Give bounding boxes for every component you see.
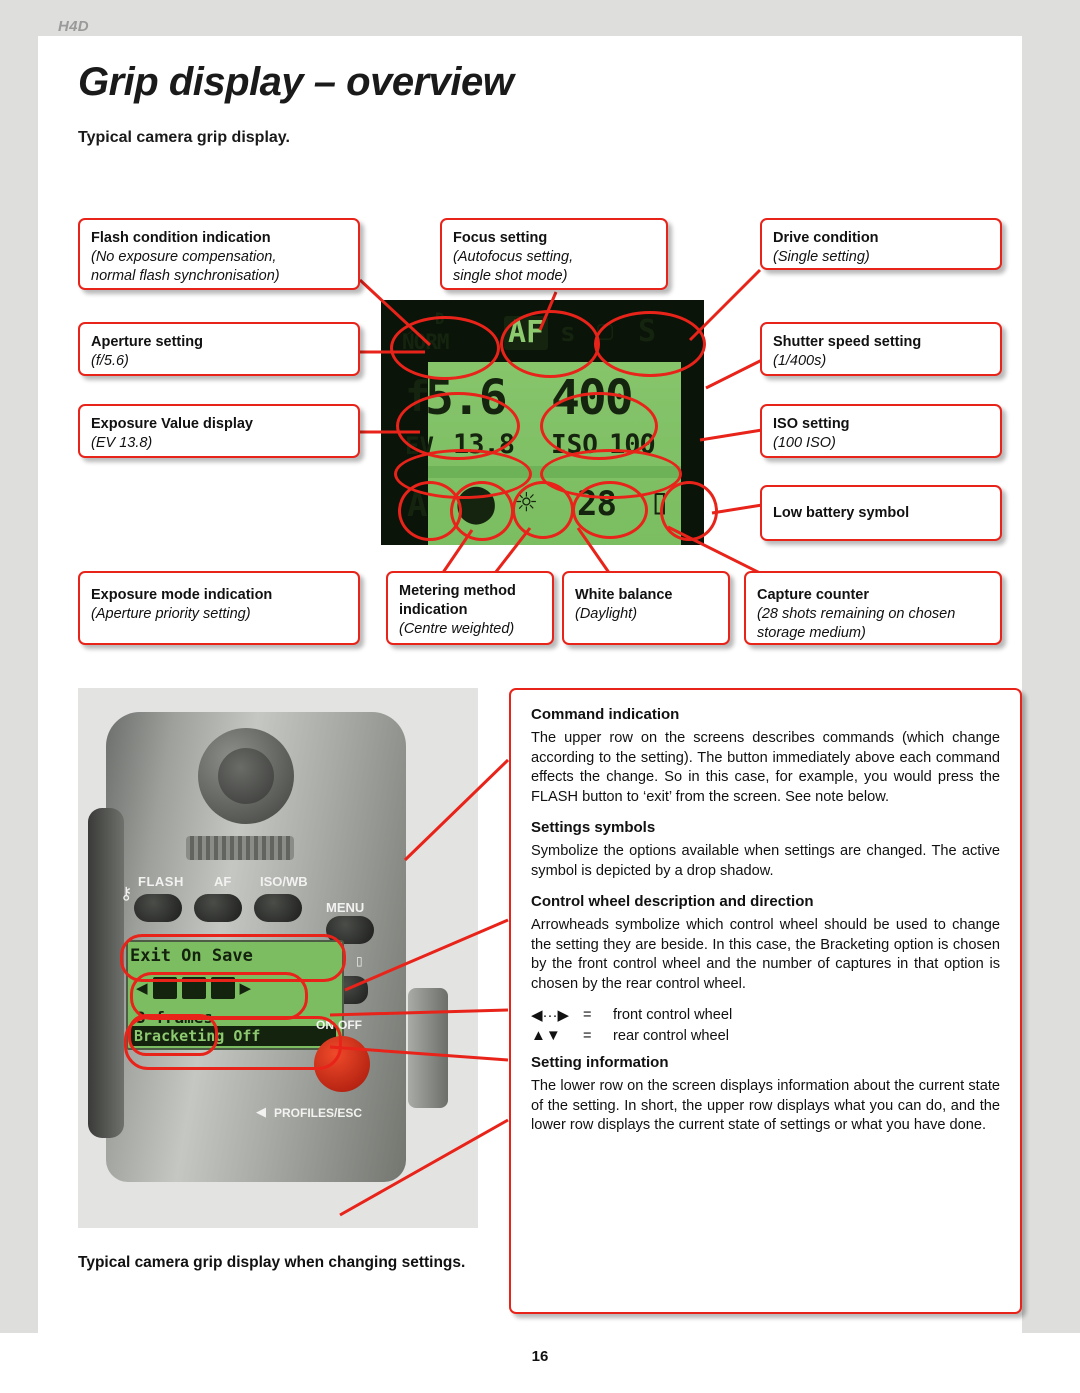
running-header: H4D xyxy=(58,18,89,35)
callout-exposure-value-display: Exposure Value display (EV 13.8) xyxy=(78,404,360,458)
callout-sub: (100 ISO) xyxy=(773,435,836,451)
callout-sub: (EV 13.8) xyxy=(91,435,153,451)
callout-title: Aperture setting xyxy=(91,334,203,350)
top-grey-band xyxy=(0,0,1080,36)
highlight-metering xyxy=(450,481,514,541)
rear-wheel-legend: ▲▼ = rear control wheel xyxy=(531,1027,1000,1044)
page: H4D Grip display – overview Typical came… xyxy=(0,0,1080,1393)
highlight-drive xyxy=(594,311,706,377)
callout-sub: (28 shots remaining on chosen storage me… xyxy=(757,606,956,641)
callout-title: Low battery symbol xyxy=(773,505,910,521)
section-heading-setting-information: Setting information xyxy=(531,1054,669,1071)
callout-sub: (Centre weighted) xyxy=(399,621,515,637)
callout-aperture-setting: Aperture setting (f/5.6) xyxy=(78,322,360,376)
camera-isowb-label: ISO/WB xyxy=(260,874,308,889)
rear-wheel-equals: = xyxy=(583,1027,592,1044)
camera-af-button[interactable] xyxy=(194,894,242,922)
camera-isowb-button[interactable] xyxy=(254,894,302,922)
callout-title: Shutter speed setting xyxy=(773,334,922,350)
callout-sub: (No exposure compensation, normal flash … xyxy=(91,249,280,284)
front-wheel-legend: ◀···▶ = front control wheel xyxy=(531,1006,1000,1024)
highlight-battery xyxy=(660,481,718,541)
section-heading-control-wheel: Control wheel description and direction xyxy=(531,893,814,910)
page-title: Grip display – overview xyxy=(78,60,514,104)
camera-profiles-label: PROFILES/ESC xyxy=(274,1106,363,1120)
rear-wheel-label: rear control wheel xyxy=(613,1027,729,1044)
callout-sub: (f/5.6) xyxy=(91,353,129,369)
battery-icon: ▯ xyxy=(356,954,363,968)
callout-title: ISO setting xyxy=(773,416,850,432)
camera-flash-label: FLASH xyxy=(138,874,184,889)
callout-title: Capture counter xyxy=(757,587,869,603)
callout-metering-method-indication: Metering method indication (Centre weigh… xyxy=(386,571,554,645)
callout-sub: (Daylight) xyxy=(575,606,638,622)
callout-focus-setting: Focus setting (Autofocus setting, single… xyxy=(440,218,668,290)
callout-capture-counter: Capture counter (28 shots remaining on c… xyxy=(744,571,1002,645)
callout-white-balance: White balance (Daylight) xyxy=(562,571,730,645)
section-body-setting-information: The lower row on the screen displays inf… xyxy=(531,1078,1000,1133)
highlight-flash xyxy=(390,316,500,380)
highlight-focus xyxy=(500,310,600,378)
callout-title: Exposure Value display xyxy=(91,416,253,432)
page-subtitle: Typical camera grip display. xyxy=(78,129,290,146)
callout-sub: (Autofocus setting, single shot mode) xyxy=(453,249,574,284)
callout-title: Drive condition xyxy=(773,230,879,246)
section-body-command-indication: The upper row on the screens describes c… xyxy=(531,730,1000,805)
section-heading-command-indication: Command indication xyxy=(531,706,680,723)
section-heading-settings-symbols: Settings symbols xyxy=(531,819,656,836)
key-icon: ⚷ xyxy=(120,884,133,903)
highlight-camera-symbols xyxy=(130,972,308,1020)
callout-title: Focus setting xyxy=(453,230,548,246)
callout-shutter-speed-setting: Shutter speed setting (1/400s) xyxy=(760,322,1002,376)
callout-sub: (Aperture priority setting) xyxy=(91,606,251,622)
front-wheel-label: front control wheel xyxy=(613,1007,733,1023)
callout-title: White balance xyxy=(575,587,673,603)
section-body-settings-symbols: Symbolize the options available when set… xyxy=(531,843,1000,879)
camera-photo-caption: Typical camera grip display when changin… xyxy=(78,1254,466,1271)
callout-drive-condition: Drive condition (Single setting) xyxy=(760,218,1002,270)
rear-wheel-icon: ▲▼ xyxy=(531,1027,561,1044)
highlight-counter xyxy=(572,481,648,539)
callout-title: Metering method indication xyxy=(399,583,516,618)
left-arrow-icon: ◀ xyxy=(256,1104,266,1119)
callout-title: Exposure mode indication xyxy=(91,587,273,603)
highlight-camera-bottom-row xyxy=(124,1016,342,1070)
front-wheel-equals: = xyxy=(583,1007,592,1023)
camera-af-label: AF xyxy=(214,874,232,889)
callout-exposure-mode-indication: Exposure mode indication (Aperture prior… xyxy=(78,571,360,645)
page-number: 16 xyxy=(531,1348,549,1365)
callout-flash-condition: Flash condition indication (No exposure … xyxy=(78,218,360,290)
callout-sub: (Single setting) xyxy=(773,249,870,265)
callout-sub: (1/400s) xyxy=(773,353,827,369)
description-panel: Command indication The upper row on the … xyxy=(509,688,1022,1314)
section-body-control-wheel: Arrowheads symbolize which control wheel… xyxy=(531,917,1000,992)
front-wheel-icon: ◀···▶ xyxy=(531,1007,570,1024)
callout-title: Flash condition indication xyxy=(91,230,271,246)
camera-flash-button[interactable] xyxy=(134,894,182,922)
callout-low-battery-symbol: Low battery symbol xyxy=(760,485,1002,541)
highlight-white-balance xyxy=(512,481,574,539)
callout-iso-setting: ISO setting (100 ISO) xyxy=(760,404,1002,458)
camera-menu-label: MENU xyxy=(326,900,365,915)
